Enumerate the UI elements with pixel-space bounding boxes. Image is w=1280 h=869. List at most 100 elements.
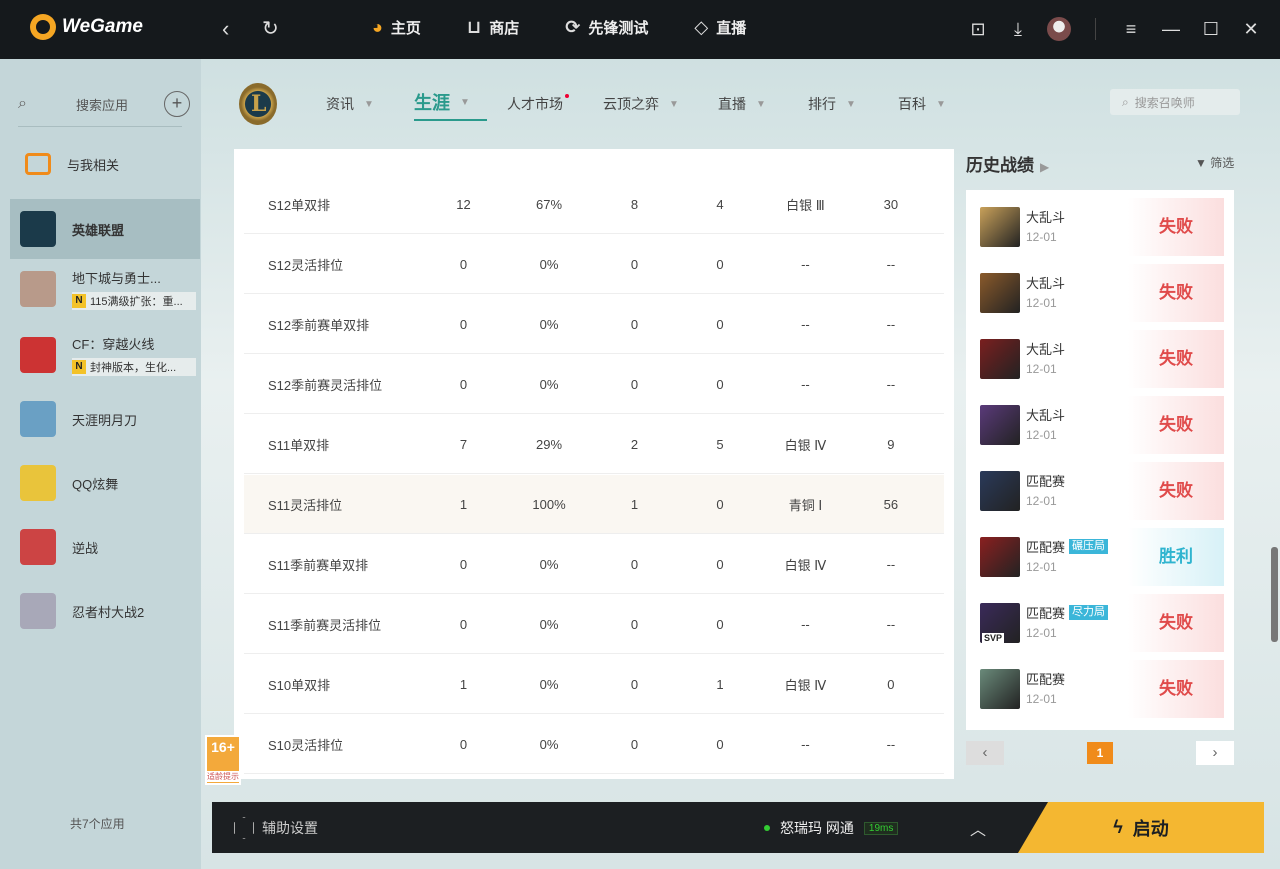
tab-0[interactable]: 资讯 ▼ [326, 93, 414, 115]
tab-2[interactable]: 人才市场 [507, 93, 603, 115]
tab-6[interactable]: 百科 ▼ [898, 93, 968, 115]
topnav-item-2[interactable]: ⟳ 先锋测试 [565, 17, 648, 38]
match-mode: 匹配赛 碾压局 [1026, 537, 1109, 556]
table-cell: 0 [630, 376, 639, 392]
sidebar-item[interactable]: 英雄联盟 [10, 199, 200, 259]
match-mode-label: 大乱斗 [1026, 210, 1066, 225]
game-icon [20, 211, 56, 247]
table-cell: 0% [539, 736, 559, 752]
match-item[interactable]: 大乱斗 12-01 失败 [980, 198, 1224, 256]
scrollbar[interactable] [1271, 547, 1278, 642]
match-item[interactable]: 大乱斗 12-01 失败 [980, 264, 1224, 322]
table-cell: -- [886, 616, 896, 632]
divider [1095, 18, 1096, 40]
sidebar-item[interactable]: 与我相关 [10, 134, 200, 194]
back-icon[interactable]: ‹ [222, 17, 229, 41]
age-rating-label: 适龄提示 [207, 771, 239, 782]
table-cell: S10灵活排位 [268, 737, 344, 753]
match-mode-label: 大乱斗 [1026, 408, 1066, 423]
refresh-icon[interactable]: ↻ [262, 17, 279, 41]
table-cell: 0 [716, 736, 724, 752]
match-item[interactable]: SVP 匹配赛 尽力局 12-01 失败 [980, 594, 1224, 652]
table-cell: 7 [459, 436, 468, 452]
match-item[interactable]: 匹配赛 碾压局 12-01 胜利 [980, 528, 1224, 586]
sidebar-item[interactable]: 逆战 [10, 517, 200, 577]
table-cell: 9 [887, 436, 895, 452]
topnav-item-1[interactable]: ⊔ 商店 [467, 17, 519, 38]
match-mode: 匹配赛 [1026, 471, 1065, 490]
table-cell: 0% [539, 556, 559, 572]
match-result: 失败 [1128, 198, 1224, 256]
match-item[interactable]: 匹配赛 12-01 失败 [980, 660, 1224, 718]
table-cell: 100% [532, 496, 566, 512]
title-bar: WeGame ‹ ↻ ◕ 主页 ⊔ 商店 ⟳ 先锋测试 ◇ 直播 ⊡ ⤓ ≡ — ☐ ✕ [0, 0, 1280, 59]
assist-settings-button[interactable]: 辅助设置 [234, 817, 318, 839]
table-cell: 0 [716, 316, 724, 332]
inbox-icon[interactable]: ⊡ [967, 18, 989, 40]
prev-page-button[interactable]: ‹ [966, 741, 1004, 765]
sidebar-item-text: 忍者村大战2 [72, 602, 144, 621]
summoner-search-input[interactable]: ⌕ 搜索召唤师 [1110, 89, 1240, 115]
table-cell: 0% [539, 376, 559, 392]
history-title[interactable]: 历史战绩 ▶ [966, 151, 1049, 176]
sidebar-item[interactable]: CF：穿越火线 N 封神版本，生化... [10, 325, 200, 385]
sidebar-item-text: 与我相关 [67, 155, 119, 174]
chevron-up-icon[interactable]: ︿ [970, 816, 986, 840]
sidebar-item[interactable]: 天涯明月刀 [10, 389, 200, 449]
tab-1[interactable]: 生涯 ▼ [414, 89, 507, 121]
sidebar-item-news[interactable]: N 封神版本，生化... [72, 358, 196, 376]
current-page[interactable]: 1 [1087, 742, 1113, 764]
topnav-item-0[interactable]: ◕ 主页 [372, 17, 421, 38]
add-app-button[interactable]: + [164, 91, 190, 117]
launch-button[interactable]: ϟ 启动 [1018, 802, 1264, 853]
server-selector[interactable]: 怒瑞玛 网通 19ms [764, 818, 899, 838]
sidebar-item-label: 英雄联盟 [72, 222, 125, 238]
maximize-icon[interactable]: ☐ [1200, 18, 1222, 40]
match-mode-label: 匹配赛 [1026, 474, 1066, 489]
match-date: 12-01 [1026, 362, 1057, 376]
sidebar-item[interactable]: QQ炫舞 [10, 453, 200, 513]
filter-button[interactable]: ▼ 筛选 [1195, 154, 1234, 171]
app-search[interactable]: ⌕ 搜索应用 + [18, 89, 194, 119]
tab-5[interactable]: 排行 ▼ [808, 93, 898, 115]
menu-icon[interactable]: ≡ [1120, 18, 1142, 40]
topnav-label: 商店 [489, 20, 520, 37]
table-cell: 0 [716, 256, 724, 272]
table-cell: -- [886, 316, 896, 332]
close-icon[interactable]: ✕ [1240, 18, 1262, 40]
match-item[interactable]: 大乱斗 12-01 失败 [980, 330, 1224, 388]
search-icon: ⌕ [1122, 94, 1129, 109]
chevron-down-icon: ▼ [669, 98, 679, 110]
table-cell: 1 [459, 496, 468, 512]
minimize-icon[interactable]: — [1160, 18, 1182, 40]
table-cell: 0 [716, 496, 724, 512]
filter-icon: ▼ [1195, 156, 1207, 170]
table-cell: 1 [630, 496, 639, 512]
match-tag: 尽力局 [1069, 605, 1109, 620]
tab-3[interactable]: 云顶之弈 ▼ [603, 93, 718, 115]
topnav-item-3[interactable]: ◇ 直播 [694, 17, 746, 38]
tab-4[interactable]: 直播 ▼ [718, 93, 808, 115]
match-item[interactable]: 大乱斗 12-01 失败 [980, 396, 1224, 454]
sidebar-item-label: 逆战 [72, 540, 99, 556]
sidebar-item[interactable]: 地下城与勇士... N 115满级扩张：重... [10, 259, 200, 319]
next-page-button[interactable]: › [1196, 741, 1234, 765]
chevron-down-icon: ▼ [936, 98, 946, 110]
tab-label: 生涯 [414, 93, 450, 113]
avatar[interactable] [1047, 17, 1071, 41]
table-cell: 8 [630, 196, 639, 212]
download-icon[interactable]: ⤓ [1007, 18, 1029, 40]
match-item[interactable]: 匹配赛 12-01 失败 [980, 462, 1224, 520]
search-label: 搜索应用 [76, 97, 129, 113]
app-count: 共7个应用 [70, 817, 125, 831]
news-badge-icon: N [72, 294, 86, 308]
divider [18, 126, 182, 127]
sidebar-item-label: 天涯明月刀 [72, 412, 138, 428]
chevron-right-icon: ▶ [1040, 160, 1050, 174]
chevron-down-icon: ▼ [460, 96, 470, 108]
news-badge-icon: N [72, 360, 86, 374]
match-mode-label: 匹配赛 [1026, 606, 1066, 621]
champion-portrait [980, 669, 1020, 709]
sidebar-item-news[interactable]: N 115满级扩张：重... [72, 292, 196, 310]
sidebar-item[interactable]: 忍者村大战2 [10, 581, 200, 641]
